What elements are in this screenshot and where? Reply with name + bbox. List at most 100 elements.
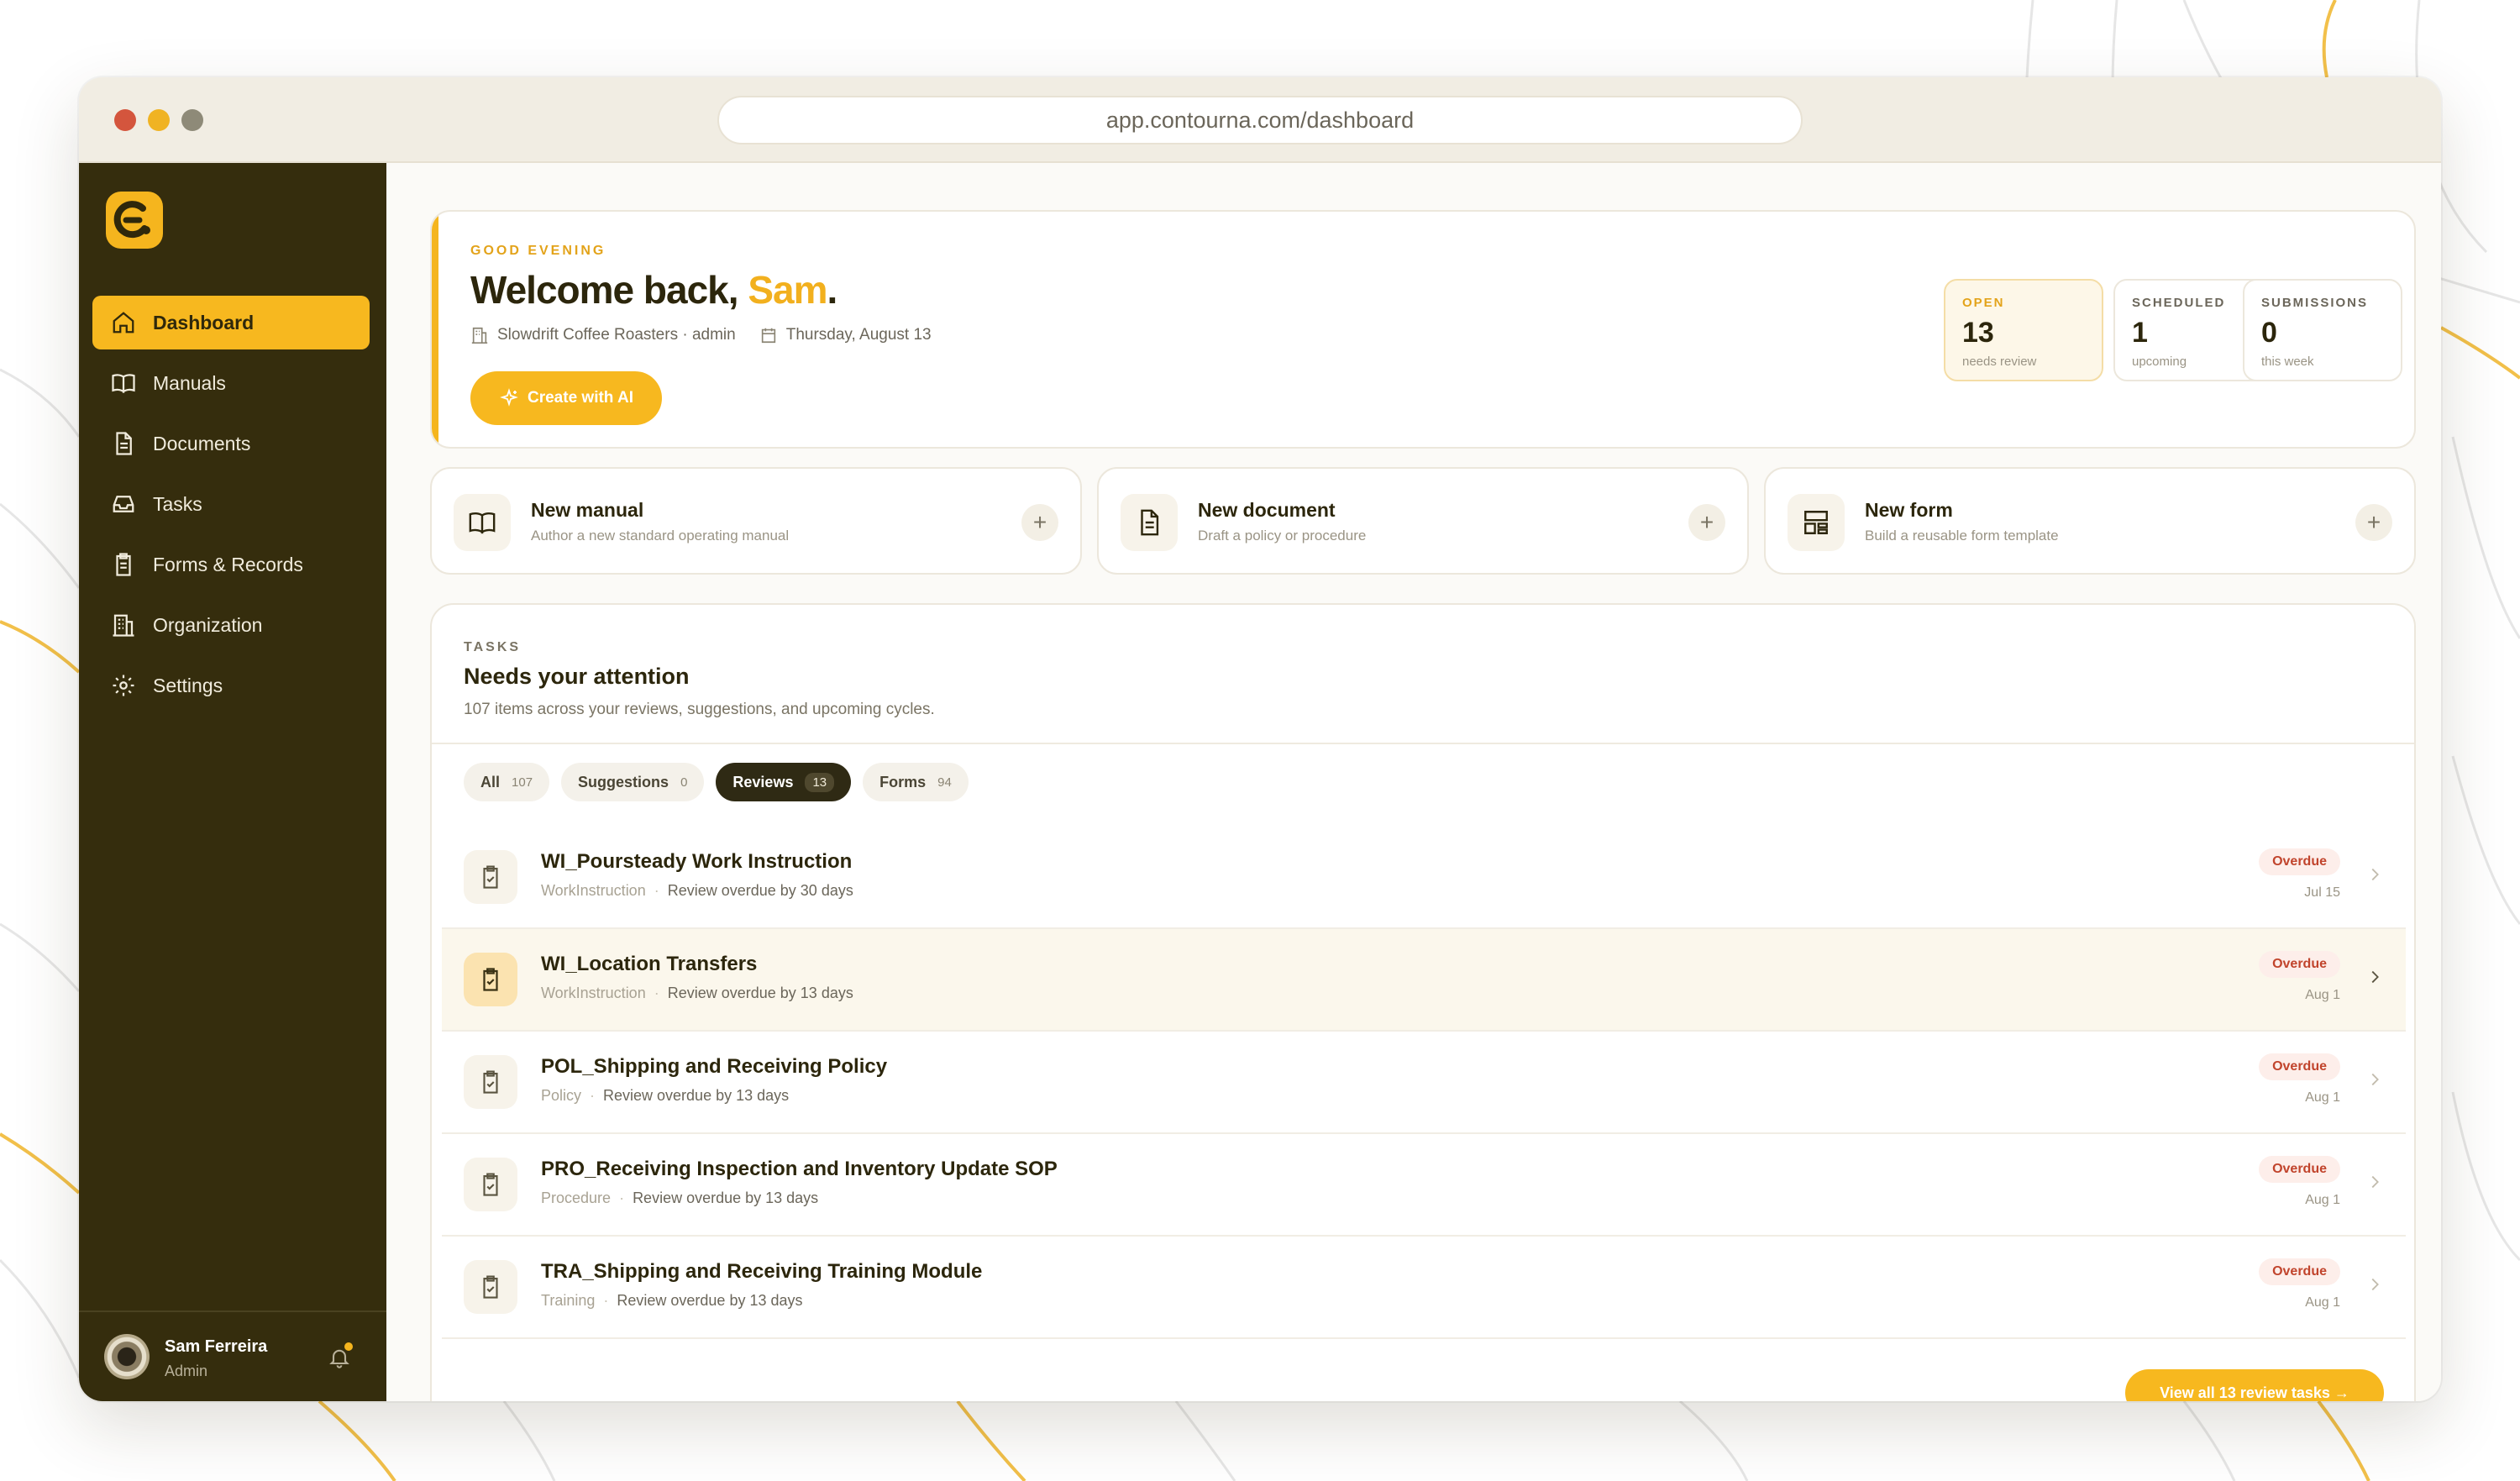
view-all-review-tasks-button[interactable]: View all 13 review tasks →: [2125, 1369, 2384, 1401]
task-detail: Review overdue by 30 days: [667, 882, 853, 899]
create-with-ai-label: Create with AI: [528, 389, 633, 407]
notification-dot: [344, 1342, 353, 1351]
document-icon: [116, 432, 132, 455]
task-title: WI_Location Transfers: [541, 953, 758, 975]
filter-label: Reviews: [732, 773, 794, 790]
task-type: Training: [541, 1292, 596, 1309]
task-meta: Training · Review overdue by 13 days: [541, 1292, 803, 1309]
app-logo[interactable]: [106, 192, 163, 249]
task-type: Procedure: [541, 1190, 612, 1206]
stat-value: 0: [2261, 317, 2277, 349]
quick-subtitle: Author a new standard operating manual: [531, 528, 790, 544]
clipboard-check-icon: [483, 1275, 498, 1299]
sidebar-item-dashboard[interactable]: Dashboard: [92, 296, 370, 349]
sidebar-item-label: Tasks: [153, 492, 202, 515]
quick-icon: [1788, 494, 1845, 551]
sidebar-item-forms-records[interactable]: Forms & Records: [92, 538, 370, 591]
user-profile[interactable]: Sam Ferreira Admin: [79, 1310, 386, 1401]
sidebar-item-tasks[interactable]: Tasks: [92, 477, 370, 531]
stat-open[interactable]: OPEN 13 needs review: [1944, 279, 2103, 381]
task-date: Aug 1: [2305, 988, 2340, 1002]
org-name: Slowdrift Coffee Roasters · admin: [497, 326, 736, 344]
filter-count: 13: [805, 772, 835, 792]
add-manual-button[interactable]: +: [1021, 504, 1058, 541]
clipboard-check-icon: [483, 968, 498, 991]
task-detail: Review overdue by 13 days: [617, 1292, 803, 1309]
user-role: Admin: [165, 1363, 208, 1379]
sidebar-item-settings[interactable]: Settings: [92, 659, 370, 712]
welcome-card: GOOD EVENING Welcome back, Sam. Slowdrif…: [430, 210, 2416, 449]
inbox-icon: [113, 496, 134, 512]
filter-label: All: [480, 773, 501, 790]
clipboard-check-icon: [483, 1070, 498, 1094]
view-all-label: View all 13 review tasks →: [2160, 1384, 2349, 1401]
stat-sub: needs review: [1962, 354, 2037, 369]
window-close-button[interactable]: [114, 109, 136, 131]
task-date: Aug 1: [2305, 1193, 2340, 1207]
filter-forms[interactable]: Forms 94: [863, 763, 969, 801]
sidebar-item-organization[interactable]: Organization: [92, 598, 370, 652]
quick-subtitle: Draft a policy or procedure: [1198, 528, 1367, 544]
create-with-ai-button[interactable]: Create with AI: [470, 371, 662, 425]
building-icon: [113, 614, 134, 637]
home-icon: [113, 312, 134, 333]
task-meta: WorkInstruction · Review overdue by 30 day…: [541, 882, 853, 899]
add-form-button[interactable]: +: [2355, 504, 2392, 541]
sidebar-item-label: Documents: [153, 432, 251, 454]
task-row[interactable]: PRO_Receiving Inspection and Inventory U…: [442, 1134, 2406, 1237]
task-title: PRO_Receiving Inspection and Inventory U…: [541, 1158, 1058, 1180]
sidebar-item-label: Organization: [153, 613, 263, 636]
stat-label: SUBMISSIONS: [2261, 296, 2369, 310]
sidebar-item-manuals[interactable]: Manuals: [92, 356, 370, 410]
window-maximize-button[interactable]: [181, 109, 203, 131]
sidebar-item-label: Forms & Records: [153, 553, 303, 575]
quick-title: New manual: [531, 499, 644, 521]
status-badge: Overdue: [2259, 951, 2340, 978]
task-filters: All 107 Suggestions 0 Reviews 13 Forms 9…: [464, 763, 980, 801]
quick-title: New form: [1865, 499, 1953, 521]
status-badge: Overdue: [2259, 848, 2340, 875]
filter-all[interactable]: All 107: [464, 763, 550, 801]
logo-mark-icon: [113, 201, 150, 239]
task-meta: WorkInstruction · Review overdue by 13 day…: [541, 985, 853, 1001]
status-badge: Overdue: [2259, 1258, 2340, 1285]
browser-window: app.contourna.com/dashboard Dashboard Ma…: [79, 77, 2441, 1401]
browser-titlebar: app.contourna.com/dashboard: [79, 77, 2441, 163]
sparkle-icon: [500, 388, 518, 407]
sidebar-nav: Dashboard Manuals Documents Tasks Forms …: [92, 296, 370, 719]
quick-icon: [454, 494, 511, 551]
book-icon: [112, 374, 135, 394]
stat-submissions[interactable]: SUBMISSIONS 0 this week: [2243, 279, 2402, 381]
task-icon: [464, 1260, 517, 1314]
add-document-button[interactable]: +: [1688, 504, 1725, 541]
task-row[interactable]: WI_Poursteady Work Instruction WorkInstr…: [442, 827, 2406, 929]
chevron-right-icon: [2371, 1073, 2379, 1086]
address-bar[interactable]: app.contourna.com/dashboard: [717, 96, 1803, 144]
tasks-title: Needs your attention: [464, 664, 690, 689]
stat-label: OPEN: [1962, 296, 2005, 310]
chevron-right-icon: [2371, 970, 2379, 984]
chevron-right-icon: [2371, 868, 2379, 881]
task-date: Jul 15: [2304, 885, 2340, 900]
window-minimize-button[interactable]: [148, 109, 170, 131]
task-row[interactable]: POL_Shipping and Receiving Policy Policy…: [442, 1032, 2406, 1134]
form-layout-icon: [1804, 511, 1828, 534]
task-row[interactable]: TRA_Shipping and Receiving Training Modu…: [442, 1237, 2406, 1339]
avatar: [104, 1334, 150, 1379]
stat-label: SCHEDULED: [2132, 296, 2226, 310]
sidebar-item-documents[interactable]: Documents: [92, 417, 370, 470]
clipboard-check-icon: [483, 865, 498, 889]
filter-count: 107: [512, 775, 533, 790]
filter-suggestions[interactable]: Suggestions 0: [561, 763, 705, 801]
task-date: Aug 1: [2305, 1295, 2340, 1310]
gear-icon: [113, 675, 134, 696]
welcome-meta: Slowdrift Coffee Roasters · admin Thursd…: [470, 326, 932, 344]
task-row[interactable]: WI_Location Transfers WorkInstruction · Re…: [442, 929, 2406, 1032]
quick-title: New document: [1198, 499, 1336, 521]
welcome-suffix: .: [827, 268, 837, 312]
filter-reviews[interactable]: Reviews 13: [716, 763, 852, 801]
new-manual-card[interactable]: New manual Author a new standard operati…: [430, 467, 1082, 575]
filter-count: 94: [937, 775, 952, 790]
new-form-card[interactable]: New form Build a reusable form template …: [1764, 467, 2416, 575]
new-document-card[interactable]: New document Draft a policy or procedure…: [1097, 467, 1749, 575]
